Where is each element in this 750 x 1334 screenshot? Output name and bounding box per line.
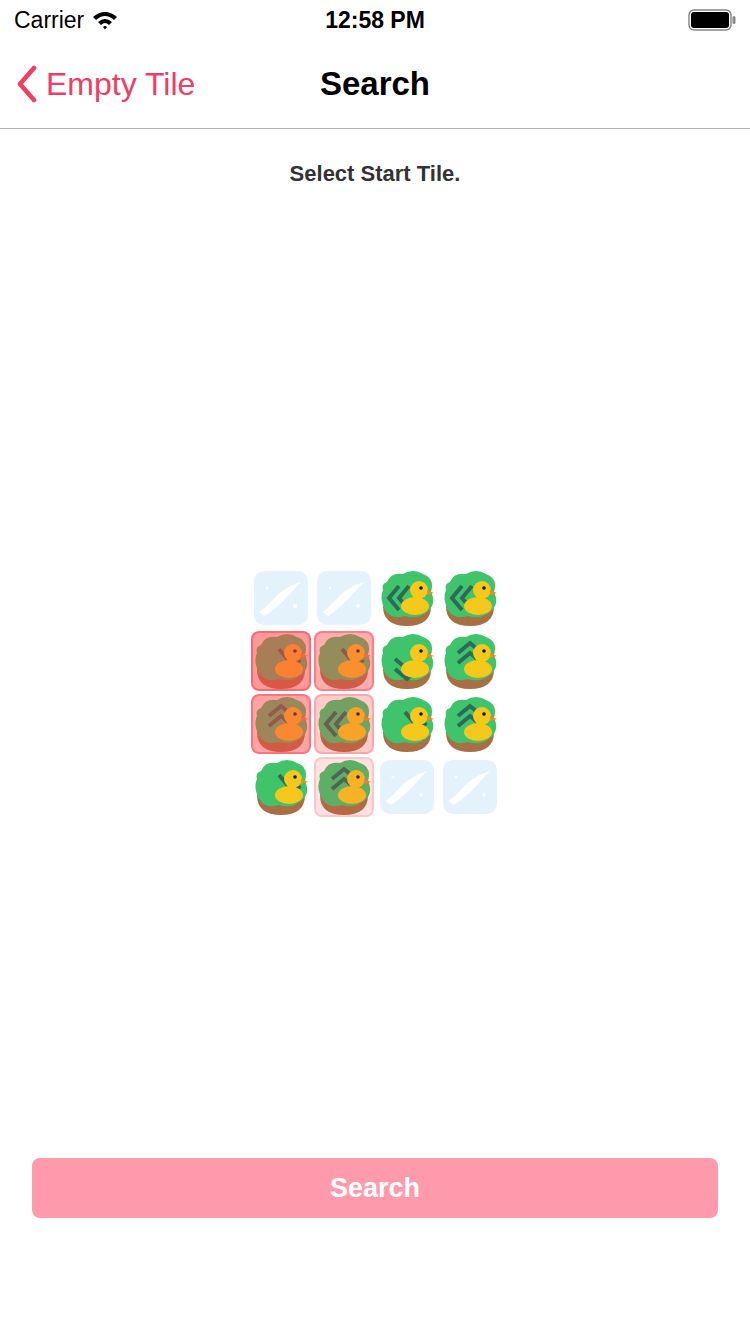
duck-island-icon [251, 757, 311, 817]
duck-island-icon [314, 757, 374, 817]
board-tile[interactable] [440, 568, 500, 628]
duck-island-icon [440, 568, 500, 628]
water-icon [314, 568, 374, 628]
duck-icon [464, 707, 497, 741]
board-tile[interactable] [251, 568, 311, 628]
duck-island-icon [440, 631, 500, 691]
wifi-icon [92, 10, 118, 30]
water-icon [440, 757, 500, 817]
tile-highlight [314, 694, 374, 754]
tile-board [251, 568, 500, 817]
status-bar: Carrier 12:58 PM [0, 0, 750, 40]
search-button[interactable]: Search [32, 1158, 718, 1218]
board-tile[interactable] [251, 631, 311, 691]
duck-island-icon [377, 568, 437, 628]
instruction-text: Select Start Tile. [0, 129, 750, 187]
carrier-label: Carrier [14, 7, 84, 34]
nav-title: Search [320, 65, 430, 103]
back-button[interactable]: Empty Tile [16, 65, 320, 103]
duck-island-icon [251, 694, 311, 754]
duck-icon [401, 644, 434, 678]
duck-icon [464, 581, 497, 615]
board-tile[interactable] [314, 757, 374, 817]
back-chevron-icon [16, 65, 38, 103]
board-tile[interactable] [377, 568, 437, 628]
duck-island-icon [314, 631, 374, 691]
board-tile[interactable] [440, 757, 500, 817]
duck-island-icon [314, 694, 374, 754]
board-tile[interactable] [251, 757, 311, 817]
search-screen: Carrier12:58 PMEmpty TileSearchSelect St… [0, 0, 750, 1334]
duck-island-icon [377, 694, 437, 754]
board-tile[interactable] [251, 694, 311, 754]
duck-icon [464, 644, 497, 678]
duck-island-icon [251, 631, 311, 691]
tile-highlight [251, 694, 311, 754]
duck-island-icon [440, 694, 500, 754]
navigation-bar: Empty TileSearch [0, 40, 750, 129]
duck-icon [275, 644, 308, 678]
tile-highlight [314, 631, 374, 691]
duck-icon [338, 770, 371, 804]
duck-icon [401, 707, 434, 741]
duck-icon [401, 581, 434, 615]
board-tile[interactable] [440, 631, 500, 691]
battery-icon [688, 9, 736, 31]
duck-icon [338, 644, 371, 678]
water-icon [377, 757, 437, 817]
duck-icon [275, 707, 308, 741]
tile-highlight [314, 757, 374, 817]
board-tile[interactable] [314, 568, 374, 628]
duck-icon [275, 770, 308, 804]
board-tile[interactable] [377, 757, 437, 817]
board-tile[interactable] [314, 631, 374, 691]
water-icon [251, 568, 311, 628]
tile-highlight [251, 631, 311, 691]
board-tile[interactable] [377, 631, 437, 691]
duck-icon [338, 707, 371, 741]
duck-island-icon [377, 631, 437, 691]
board-tile[interactable] [314, 694, 374, 754]
board-tile[interactable] [440, 694, 500, 754]
board-tile[interactable] [377, 694, 437, 754]
status-time: 12:58 PM [325, 7, 425, 34]
